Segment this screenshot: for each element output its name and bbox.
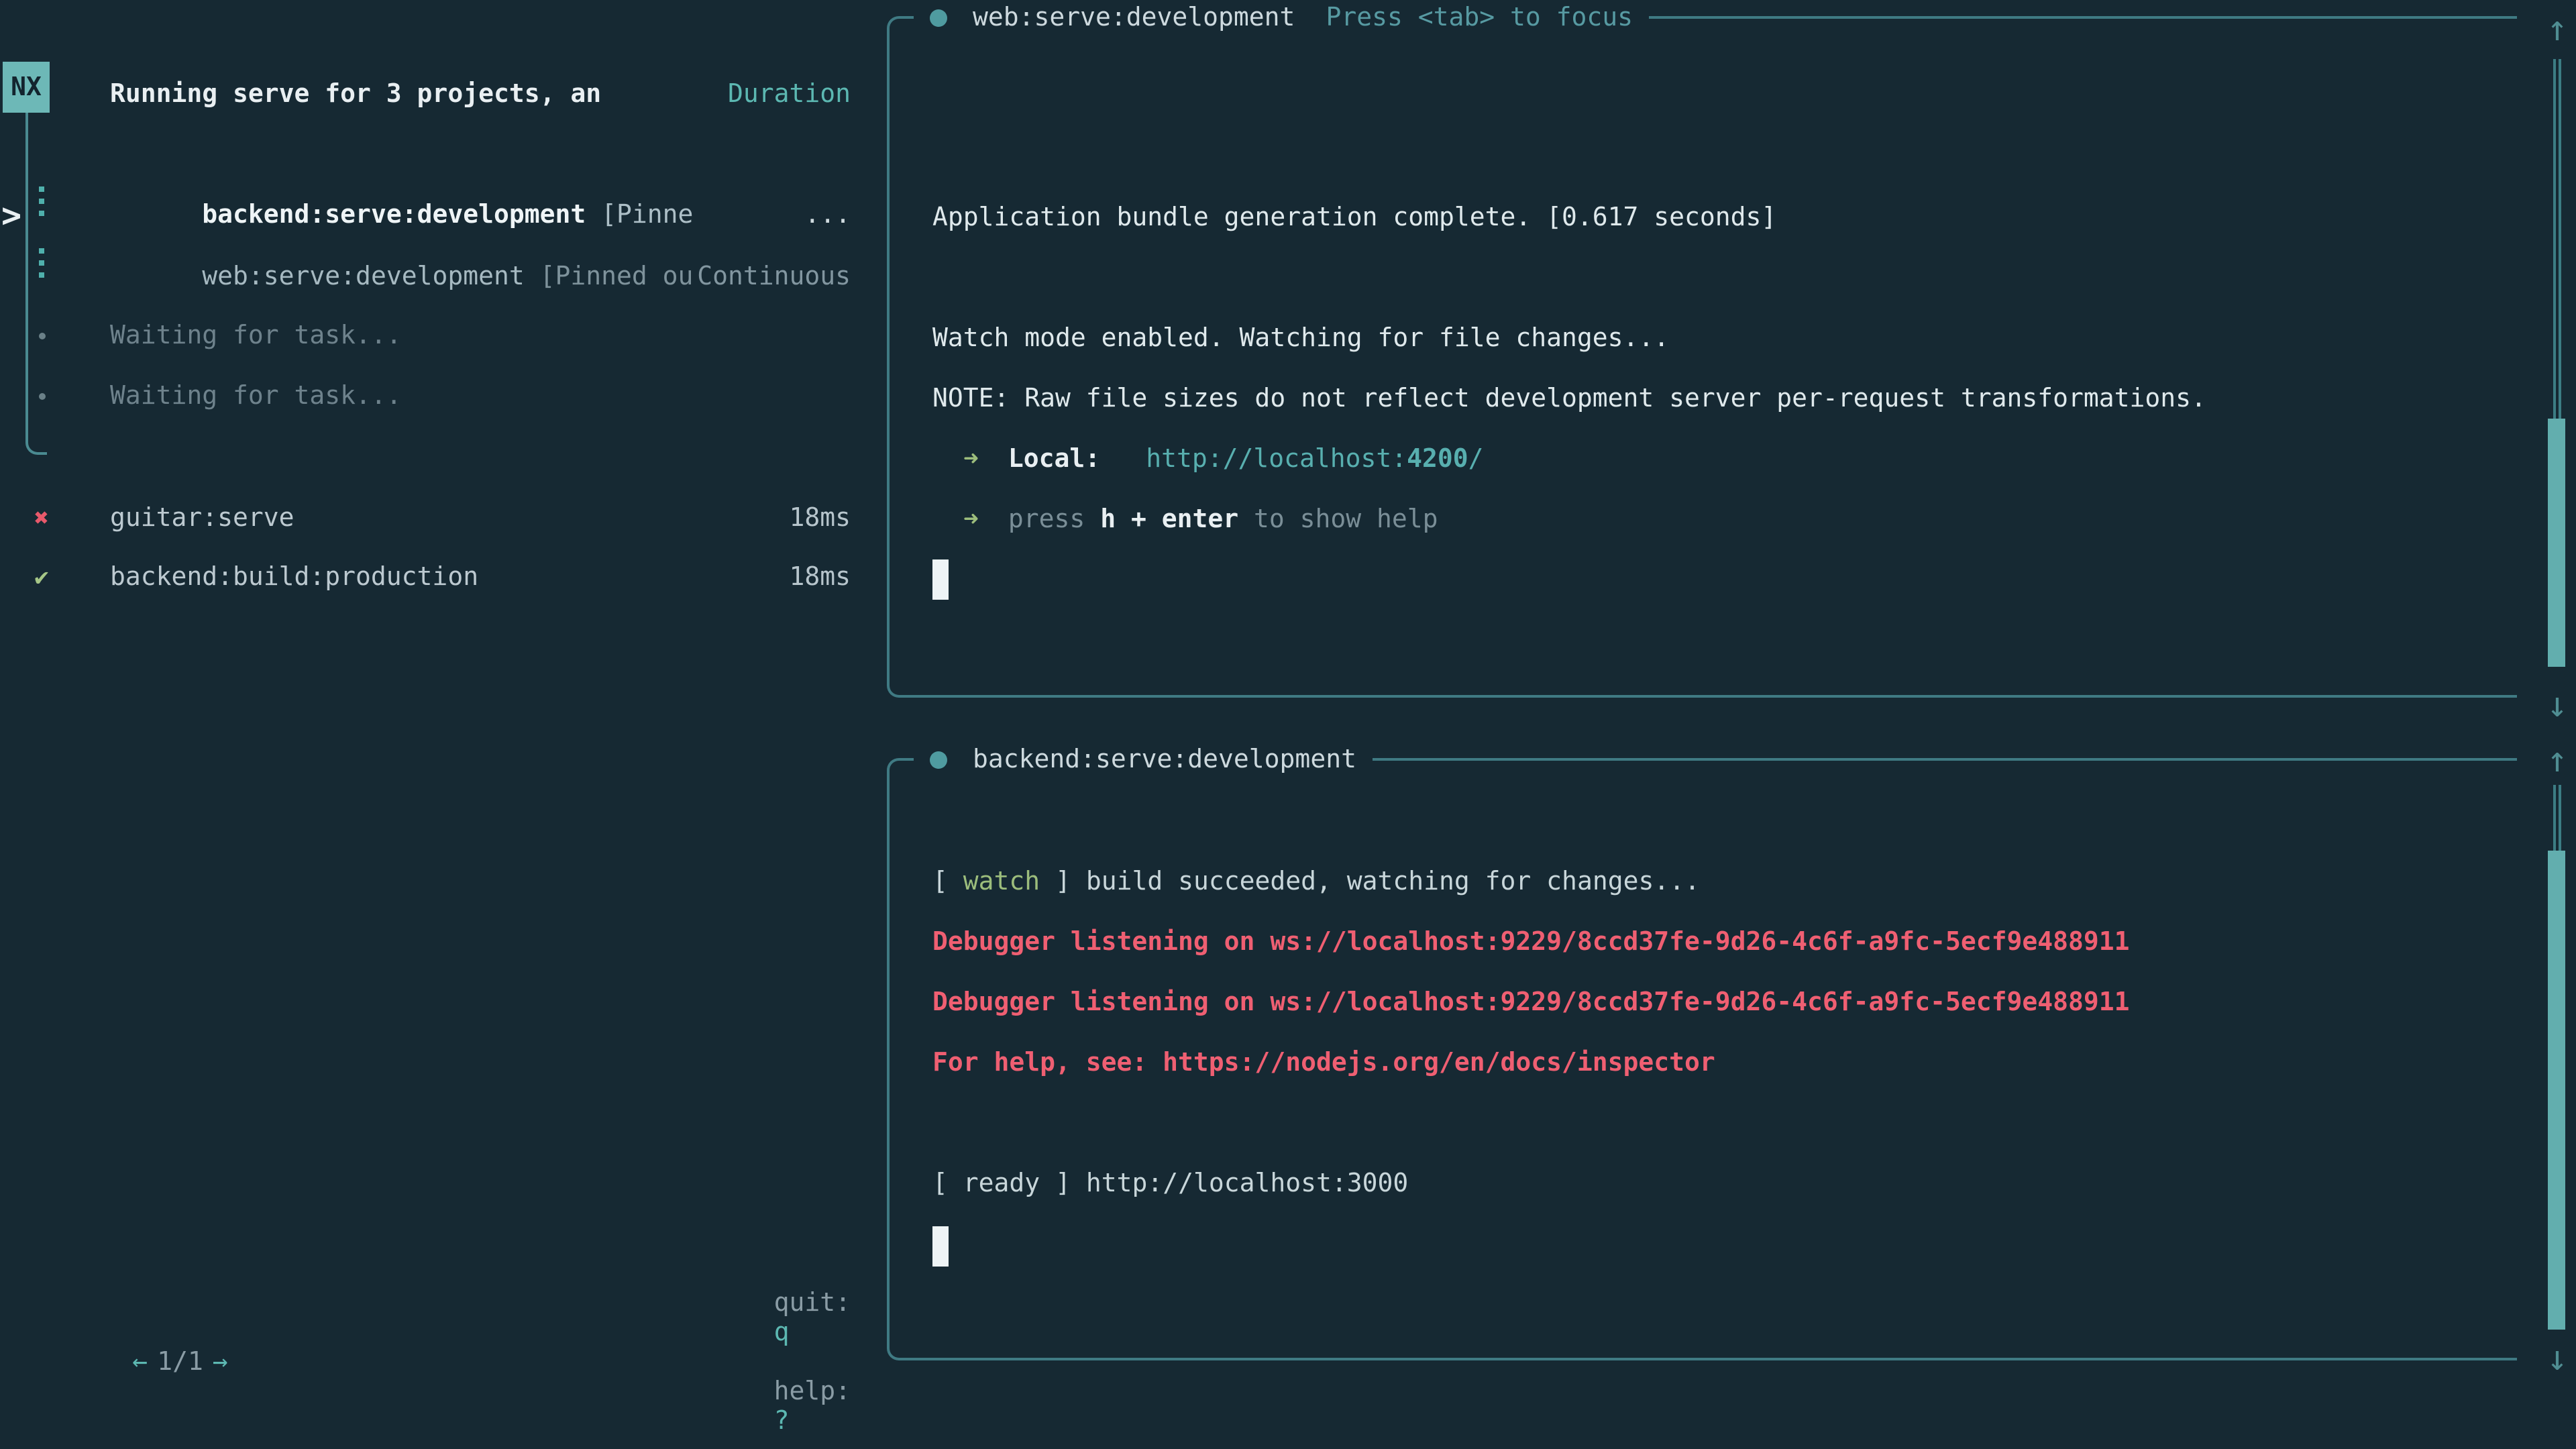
task-name: backend:build:production	[110, 562, 478, 592]
task-row-backend-build[interactable]: backend:build:production 18ms	[0, 546, 867, 608]
log-line-debugger: Debugger listening on ws://localhost:922…	[932, 911, 2130, 973]
local-url: http://localhost:4200/	[1146, 444, 1483, 474]
terminal-cursor	[932, 1226, 949, 1267]
pane-title-bar: backend:serve:development	[914, 739, 1373, 780]
ready-tag: ready	[963, 1169, 1040, 1198]
failed-icon: ✖	[27, 487, 56, 549]
task-name: Waiting for task...	[110, 381, 402, 411]
running-dot-icon	[930, 751, 947, 768]
pane-title-bar: web:serve:development Press <tab> to foc…	[914, 0, 1649, 38]
log-line-ready: [ ready ] http://localhost:3000	[932, 1152, 1408, 1214]
task-duration: 18ms	[789, 503, 851, 533]
local-label: Local:	[1008, 444, 1100, 474]
pointer-arrow-icon: ➜	[963, 444, 979, 474]
help-key: ?	[774, 1406, 790, 1436]
task-row-waiting-1[interactable]: Waiting for task...	[0, 305, 867, 366]
task-name-suffix: [Pinne	[586, 200, 693, 229]
task-row-web-serve[interactable]: web:serve:development [Pinned ou Continu…	[0, 246, 867, 307]
log-line-debugger: Debugger listening on ws://localhost:922…	[932, 971, 2130, 1033]
task-name-suffix: [Pinned ou	[525, 262, 694, 291]
log-line-inspector-help: For help, see: https://nodejs.org/en/doc…	[932, 1032, 1715, 1093]
pane-title: web:serve:development	[973, 3, 1295, 32]
task-row-guitar-serve[interactable]: guitar:serve 18ms	[0, 487, 867, 549]
task-name: Waiting for task...	[110, 321, 402, 350]
waiting-dot-icon	[39, 393, 46, 400]
scroll-up-icon[interactable]: ↑	[2540, 742, 2575, 780]
key-combo: h + enter	[1100, 504, 1238, 534]
log-line-help-hint: ➜ press h + enter to show help	[932, 488, 1438, 550]
log-line-watch: [ watch ] build succeeded, watching for …	[932, 851, 1700, 912]
pane-title: backend:serve:development	[973, 745, 1356, 774]
task-status-text: ...	[804, 200, 851, 229]
page-indicator: 1/1	[157, 1347, 203, 1377]
scroll-down-icon[interactable]: ↓	[2540, 687, 2575, 724]
log-line: Application bundle generation complete. …	[932, 186, 1776, 248]
running-spinner-icon	[39, 186, 44, 223]
task-row-waiting-2[interactable]: Waiting for task...	[0, 365, 867, 427]
sidebar-bottom-bar: ←1/1→ quit: q help: ?	[0, 1331, 867, 1393]
pagination: ← 1/1 →	[40, 1318, 228, 1406]
page-prev-icon[interactable]: ←	[132, 1347, 148, 1377]
duration-column-header: Duration	[728, 79, 851, 109]
task-name: guitar:serve	[110, 503, 294, 533]
quit-key: q	[774, 1318, 790, 1347]
scrollbar-thumb[interactable]	[2548, 419, 2565, 667]
log-line: NOTE: Raw file sizes do not reflect deve…	[932, 368, 2206, 429]
log-line: Watch mode enabled. Watching for file ch…	[932, 307, 1669, 369]
page-next-icon[interactable]: →	[213, 1347, 228, 1377]
terminal-cursor	[932, 559, 949, 600]
waiting-dot-icon	[39, 333, 46, 339]
help-label: help:	[774, 1377, 851, 1406]
task-list-title: Running serve for 3 projects, an	[110, 79, 601, 109]
watch-tag: watch	[963, 867, 1040, 896]
running-dot-icon	[930, 9, 947, 26]
pane-backend-serve-development[interactable]: backend:serve:development [ watch ] buil…	[887, 758, 2517, 1360]
focus-hint: Press <tab> to focus	[1326, 3, 1633, 32]
scrollbar-bottom-pane[interactable]: ↑ ↓	[2540, 742, 2575, 1378]
key-hints: quit: q help: ?	[682, 1258, 851, 1449]
task-list-header: Running serve for 3 projects, an Duratio…	[0, 63, 867, 125]
success-icon: ✔	[27, 546, 56, 608]
scrollbar-thumb[interactable]	[2548, 851, 2565, 1330]
scrollbar-track[interactable]	[2553, 59, 2561, 419]
task-status-text: Continuous	[697, 262, 851, 291]
task-name: backend:serve:development	[202, 200, 586, 229]
scrollbar-track[interactable]	[2553, 785, 2561, 851]
log-line-local-url: ➜ Local: http://localhost:4200/	[932, 428, 1484, 490]
scroll-down-icon[interactable]: ↓	[2540, 1340, 2575, 1378]
task-duration: 18ms	[789, 562, 851, 592]
scrollbar-top-pane[interactable]: ↑ ↓	[2540, 11, 2575, 724]
quit-label: quit:	[774, 1288, 851, 1318]
scroll-up-icon[interactable]: ↑	[2540, 11, 2575, 48]
pointer-arrow-icon: ➜	[963, 504, 979, 534]
task-name: web:serve:development	[202, 262, 524, 291]
terminal-stage: NX > Running serve for 3 projects, an Du…	[0, 0, 2576, 1449]
pane-web-serve-development[interactable]: web:serve:development Press <tab> to foc…	[887, 16, 2517, 698]
nx-tui-screen: NX > Running serve for 3 projects, an Du…	[0, 0, 2576, 1449]
running-spinner-icon	[39, 248, 44, 284]
